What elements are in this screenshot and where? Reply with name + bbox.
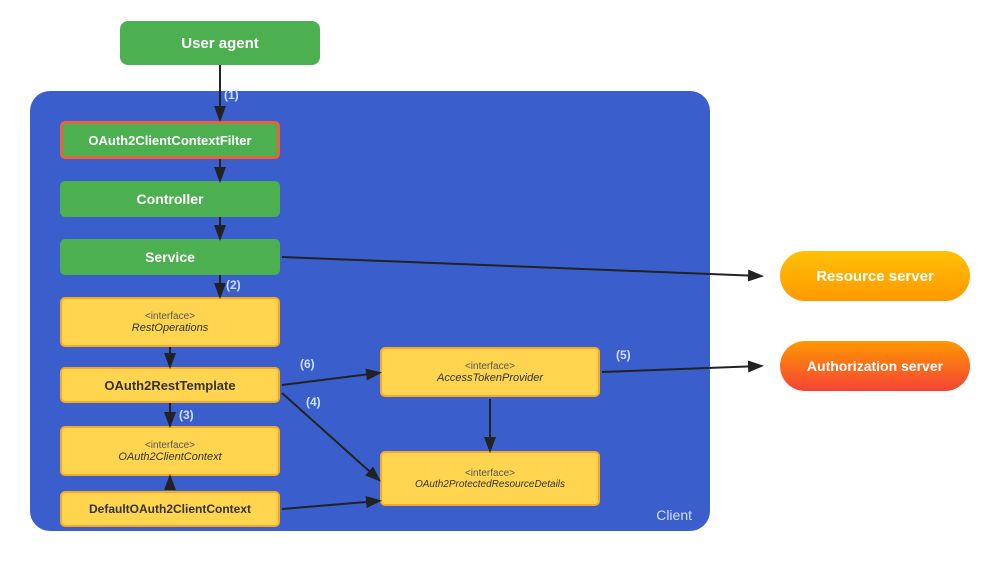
service-box: Service bbox=[60, 239, 280, 275]
user-agent-box: User agent bbox=[120, 21, 320, 65]
oauth2-protected-resource-interface: <interface> bbox=[465, 468, 515, 479]
rest-operations-interface: <interface> bbox=[145, 311, 195, 322]
default-oauth2-box: DefaultOAuth2ClientContext bbox=[60, 491, 280, 527]
oauth2-protected-resource-name: OAuth2ProtectedResourceDetails bbox=[415, 479, 565, 490]
oauth2-client-context-box: <interface> OAuth2ClientContext bbox=[60, 426, 280, 476]
default-oauth2-label: DefaultOAuth2ClientContext bbox=[89, 502, 251, 516]
oauth2-client-context-name: OAuth2ClientContext bbox=[118, 451, 221, 463]
oauth2-client-context-interface: <interface> bbox=[145, 440, 195, 451]
access-token-provider-box: <interface> AccessTokenProvider bbox=[380, 347, 600, 397]
controller-box: Controller bbox=[60, 181, 280, 217]
access-token-provider-interface: <interface> bbox=[465, 361, 515, 372]
access-token-provider-name: AccessTokenProvider bbox=[437, 372, 543, 384]
diagram-container: User agent Client OAuth2ClientContextFil… bbox=[10, 11, 990, 551]
client-label: Client bbox=[656, 507, 692, 523]
authorization-server-label: Authorization server bbox=[807, 358, 943, 374]
oauth2-filter-box: OAuth2ClientContextFilter bbox=[60, 121, 280, 159]
resource-server-box: Resource server bbox=[780, 251, 970, 301]
resource-server-label: Resource server bbox=[816, 268, 934, 285]
oauth2-rest-template-label: OAuth2RestTemplate bbox=[104, 378, 235, 393]
oauth2-rest-template-box: OAuth2RestTemplate bbox=[60, 367, 280, 403]
user-agent-label: User agent bbox=[181, 35, 259, 52]
oauth2-protected-resource-box: <interface> OAuth2ProtectedResourceDetai… bbox=[380, 451, 600, 506]
service-label: Service bbox=[145, 249, 195, 265]
controller-label: Controller bbox=[137, 191, 204, 207]
oauth2-filter-label: OAuth2ClientContextFilter bbox=[88, 133, 251, 148]
rest-operations-name: RestOperations bbox=[132, 322, 208, 334]
authorization-server-box: Authorization server bbox=[780, 341, 970, 391]
rest-operations-box: <interface> RestOperations bbox=[60, 297, 280, 347]
